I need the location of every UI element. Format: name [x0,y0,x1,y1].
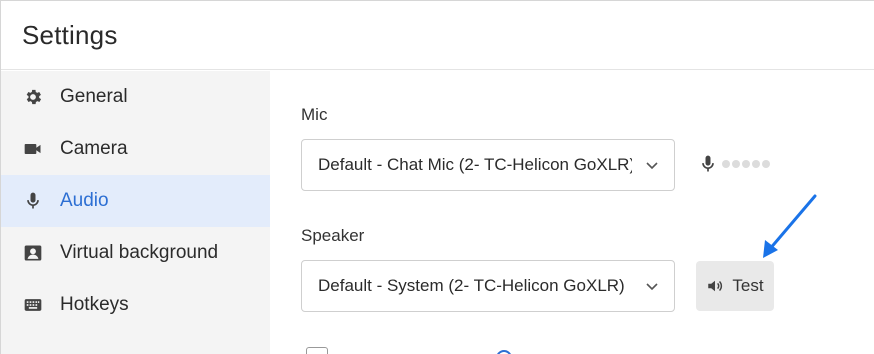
sidebar-item-label: Audio [60,190,109,211]
mic-select[interactable]: Default - Chat Mic (2- TC-Helicon GoXLR) [301,139,675,191]
sidebar-item-audio[interactable]: Audio [1,175,270,227]
sidebar-item-camera[interactable]: Camera [1,123,270,175]
test-speaker-button[interactable]: Test [696,261,774,311]
settings-header: Settings [1,0,874,70]
microphone-icon [22,190,44,212]
annotation-arrow [763,194,817,258]
mic-select-value: Default - Chat Mic (2- TC-Helicon GoXLR) [318,155,632,174]
speaker-select-value: Default - System (2- TC-Helicon GoXLR) [318,276,625,295]
test-button-label: Test [732,276,764,295]
camera-icon [22,138,44,160]
mic-level-dots [722,160,772,168]
info-icon[interactable] [496,350,512,354]
chevron-down-icon [646,162,658,170]
speaker-label: Speaker [301,226,365,245]
sidebar-item-label: Virtual background [60,242,219,263]
sidebar: General Camera Audio Virtual background … [1,71,270,354]
sidebar-item-label: General [60,86,128,107]
settings-window: Settings General Camera Audio Virtual ba… [0,0,874,354]
speaker-select[interactable]: Default - System (2- TC-Helicon GoXLR) [301,260,675,312]
sidebar-item-virtual-background[interactable]: Virtual background [1,227,270,279]
sidebar-item-label: Camera [60,138,128,159]
speaker-icon [708,280,723,292]
gear-icon [22,86,44,108]
sidebar-item-label: Hotkeys [60,294,129,315]
option-checkbox[interactable] [306,347,328,354]
chevron-down-icon [646,283,658,291]
sidebar-item-hotkeys[interactable]: Hotkeys [1,279,270,331]
page-title: Settings [22,19,118,50]
keyboard-icon [22,294,44,316]
mic-label: Mic [301,105,328,124]
mic-level-meter [698,153,772,175]
microphone-icon [702,155,714,172]
sidebar-item-general[interactable]: General [1,71,270,123]
portrait-icon [22,242,44,264]
